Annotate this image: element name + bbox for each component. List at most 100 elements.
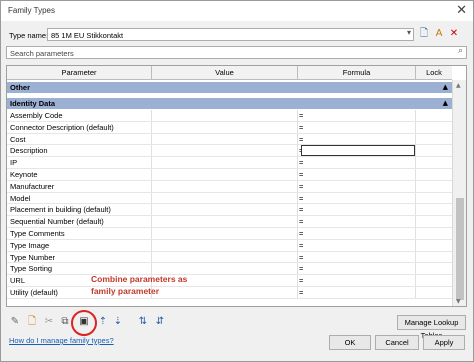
search-input[interactable]: Search parameters ⌕ <box>6 46 467 59</box>
table-row[interactable]: Assembly Code = <box>7 110 452 122</box>
table-row[interactable]: Utility (default) = <box>7 287 452 299</box>
column-header-value[interactable]: Value <box>151 66 297 80</box>
table-row[interactable]: Type Comments = <box>7 228 452 240</box>
formula-cell[interactable]: = <box>297 110 415 121</box>
formula-edit-field[interactable] <box>301 145 415 156</box>
lock-cell[interactable] <box>415 228 452 239</box>
table-row[interactable]: Type Number = <box>7 251 452 264</box>
parameter-name: Cost <box>10 134 26 144</box>
value-cell[interactable] <box>151 121 297 133</box>
formula-cell[interactable]: = <box>297 180 415 192</box>
delete-type-icon[interactable]: ✕ <box>448 28 460 40</box>
new-type-icon[interactable]: 🗋 <box>418 28 430 40</box>
table-row[interactable]: Keynote = <box>7 169 452 181</box>
cancel-button[interactable]: Cancel <box>375 335 419 350</box>
lock-cell[interactable] <box>415 275 452 286</box>
group-name: Other <box>10 83 31 92</box>
help-link[interactable]: How do I manage family types? <box>9 336 114 345</box>
column-header-lock[interactable]: Lock <box>415 66 452 80</box>
value-cell[interactable] <box>151 133 297 145</box>
lock-cell[interactable] <box>415 251 452 263</box>
formula-cell[interactable]: = <box>297 133 415 145</box>
group-header-identity-data[interactable]: Identity Data ▲ <box>7 98 452 109</box>
value-cell[interactable] <box>151 239 297 251</box>
lock-cell[interactable] <box>415 133 452 145</box>
formula-cell[interactable]: = <box>297 251 415 263</box>
table-row[interactable]: Model = <box>7 192 452 205</box>
apply-button[interactable]: Apply <box>423 335 465 350</box>
lock-cell[interactable] <box>415 216 452 227</box>
lock-cell[interactable] <box>415 239 452 251</box>
value-cell[interactable] <box>151 169 297 180</box>
table-row[interactable]: Placement in building (default) = <box>7 204 452 217</box>
formula-cell[interactable]: = <box>297 169 415 180</box>
lock-cell[interactable] <box>415 263 452 275</box>
formula-cell[interactable]: = <box>297 121 415 133</box>
parameter-name: Type Comments <box>10 229 65 238</box>
rename-type-icon[interactable]: A <box>433 28 445 40</box>
column-header-formula[interactable]: Formula <box>297 66 415 80</box>
value-cell[interactable] <box>151 251 297 263</box>
scroll-up-icon[interactable]: ▲ <box>456 82 461 89</box>
value-cell[interactable] <box>151 180 297 192</box>
value-cell[interactable] <box>151 110 297 121</box>
formula-cell[interactable]: = <box>297 275 415 286</box>
highlight-circle <box>71 310 97 336</box>
formula-cell[interactable]: = <box>297 204 415 216</box>
lock-cell[interactable] <box>415 204 452 216</box>
value-cell[interactable] <box>151 145 297 157</box>
lock-cell[interactable] <box>415 192 452 204</box>
table-row[interactable]: Type Sorting = <box>7 263 452 276</box>
parameters-grid: Parameter Value Formula Lock Other ▲ Ide… <box>6 65 467 307</box>
vertical-scrollbar[interactable]: ▲ ▼ <box>452 80 466 306</box>
value-cell[interactable] <box>151 228 297 239</box>
type-name-select[interactable]: 85 1M EU Stikkontakt ▾ <box>47 28 414 41</box>
table-row[interactable]: Connector Description (default) = <box>7 121 452 134</box>
edit-parameter-icon[interactable]: ✎ <box>9 316 21 328</box>
lock-cell[interactable] <box>415 169 452 180</box>
new-parameter-icon[interactable]: 🗋 <box>26 316 38 328</box>
family-types-dialog: Family Types ✕ Type name: 85 1M EU Stikk… <box>0 0 474 362</box>
lock-cell[interactable] <box>415 145 452 157</box>
manage-lookup-tables-button[interactable]: Manage Lookup Tables <box>397 315 466 340</box>
copy-parameter-icon[interactable]: ⧉ <box>59 316 71 328</box>
close-icon[interactable]: ✕ <box>456 3 467 18</box>
ok-button[interactable]: OK <box>329 335 371 350</box>
table-row[interactable]: Sequential Number (default) = <box>7 216 452 228</box>
lock-cell[interactable] <box>415 180 452 192</box>
formula-cell[interactable]: = <box>297 239 415 251</box>
parameter-name: Sequential Number (default) <box>10 217 104 227</box>
column-header-parameter[interactable]: Parameter <box>7 66 151 80</box>
formula-cell[interactable]: = <box>297 228 415 239</box>
formula-cell[interactable]: = <box>297 287 415 298</box>
scroll-down-icon[interactable]: ▼ <box>456 298 461 305</box>
group-header-other[interactable]: Other ▲ <box>7 82 452 93</box>
lock-cell[interactable] <box>415 287 452 298</box>
formula-cell[interactable]: = <box>297 192 415 204</box>
table-row[interactable]: URL = <box>7 275 452 287</box>
formula-cell[interactable]: = <box>297 216 415 227</box>
parameter-name: Type Number <box>10 252 56 262</box>
value-cell[interactable] <box>151 216 297 227</box>
lock-cell[interactable] <box>415 157 452 168</box>
lock-cell[interactable] <box>415 110 452 121</box>
lock-cell[interactable] <box>415 121 452 133</box>
scroll-thumb[interactable] <box>456 198 464 300</box>
sort-descending-icon[interactable]: ⇵ <box>154 316 166 328</box>
collapse-icon[interactable]: ▲ <box>443 98 448 109</box>
sort-ascending-icon[interactable]: ⇅ <box>137 316 149 328</box>
formula-cell[interactable]: = <box>297 263 415 275</box>
value-cell[interactable] <box>151 192 297 204</box>
search-placeholder: Search parameters <box>10 49 74 58</box>
table-row[interactable]: Cost = <box>7 133 452 146</box>
table-row[interactable]: Manufacturer = <box>7 180 452 193</box>
table-row[interactable]: IP = <box>7 157 452 169</box>
move-up-icon[interactable]: ⇡ <box>97 316 109 328</box>
table-row[interactable]: Type Image = <box>7 239 452 252</box>
delete-parameter-icon[interactable]: ✂ <box>43 316 55 328</box>
value-cell[interactable] <box>151 157 297 168</box>
value-cell[interactable] <box>151 204 297 216</box>
move-down-icon[interactable]: ⇣ <box>112 316 124 328</box>
formula-cell[interactable]: = <box>297 157 415 168</box>
collapse-icon[interactable]: ▲ <box>443 82 448 93</box>
